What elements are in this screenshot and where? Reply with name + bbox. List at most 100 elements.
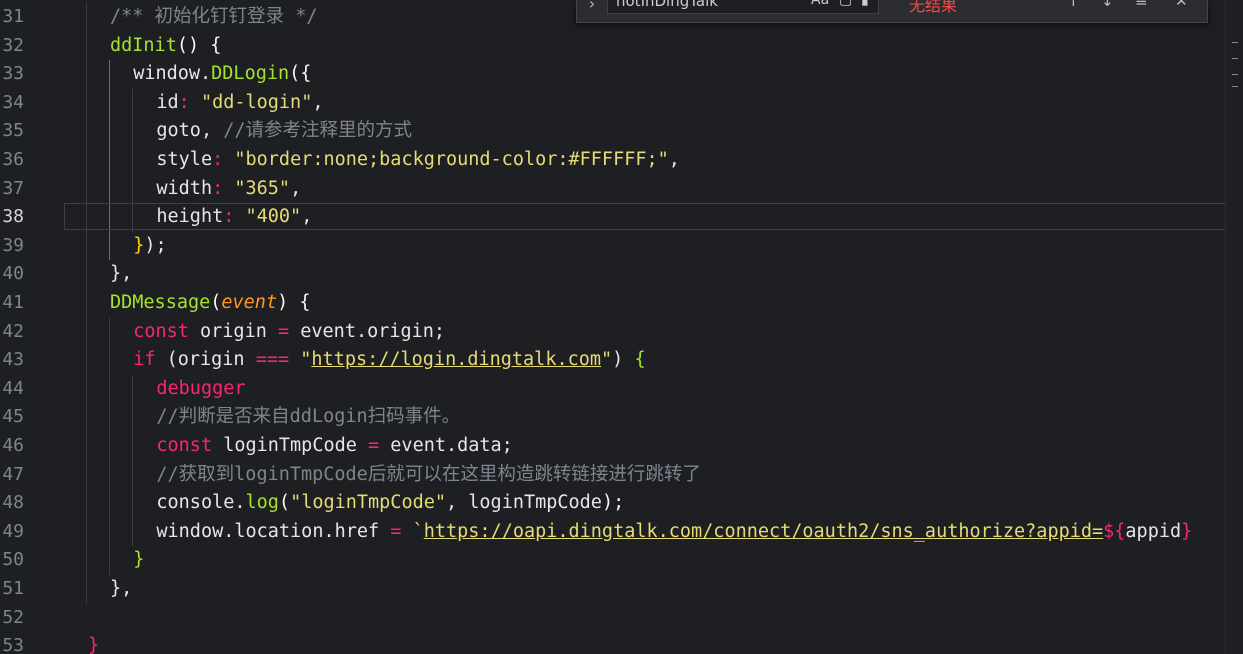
code-line[interactable]: style: "border:none;background-color:#FF… bbox=[64, 146, 1226, 175]
code-line[interactable]: id: "dd-login", bbox=[64, 89, 1226, 118]
code-token: ( bbox=[289, 63, 301, 85]
code-token: }, bbox=[110, 263, 133, 285]
close-icon[interactable]: ✕ bbox=[1175, 0, 1188, 10]
code-line[interactable]: const loginTmpCode = event.data; bbox=[64, 432, 1226, 461]
line-number: 38 bbox=[2, 206, 24, 228]
code-line[interactable]: console.log("loginTmpCode", loginTmpCode… bbox=[64, 489, 1226, 518]
line-number: 50 bbox=[2, 549, 24, 571]
code-token: const bbox=[133, 320, 201, 342]
find-in-selection-icon[interactable]: ≡ bbox=[1135, 0, 1148, 10]
code-token: style bbox=[156, 149, 213, 170]
code-token: { bbox=[300, 63, 312, 85]
code-line[interactable]: //判断是否来自ddLogin扫码事件。 bbox=[64, 403, 1226, 432]
code-token: = bbox=[277, 320, 301, 342]
code-token: ) bbox=[612, 349, 635, 371]
code-line[interactable]: }, bbox=[64, 575, 1226, 604]
code-token: DDLogin bbox=[211, 63, 290, 85]
line-number: 41 bbox=[2, 292, 24, 313]
regex-icon[interactable]: ▮ bbox=[861, 0, 869, 8]
code-token: DDMessage bbox=[110, 292, 211, 313]
line-number: 31 bbox=[2, 6, 24, 27]
line-number: 33 bbox=[2, 63, 24, 85]
code-token: : bbox=[178, 91, 201, 113]
code-token: { bbox=[634, 349, 646, 371]
line-number: 35 bbox=[2, 120, 24, 142]
code-token: goto, bbox=[156, 120, 224, 142]
scrollbar-marker bbox=[1232, 42, 1238, 43]
find-widget: › notInDingTalk Aa ▢ ▮ 无结果 ↑ ↓ ≡ ✕ bbox=[576, 0, 1208, 23]
code-line[interactable]: goto, //请参考注释里的方式 bbox=[64, 117, 1226, 146]
line-number: 39 bbox=[2, 234, 24, 256]
line-number: 48 bbox=[2, 492, 24, 514]
code-token: "365" bbox=[234, 177, 291, 199]
code-line[interactable]: if (origin === "https://login.dingtalk.c… bbox=[64, 346, 1226, 375]
code-token: /** 初始化钉钉登录 */ bbox=[110, 6, 318, 27]
code-token: () { bbox=[176, 34, 222, 56]
code-token: = bbox=[390, 520, 413, 542]
line-number: 42 bbox=[2, 320, 24, 342]
match-case-toggle[interactable]: Aa bbox=[811, 0, 829, 8]
scrollbar-marker bbox=[1232, 86, 1238, 87]
line-number: 52 bbox=[2, 606, 24, 628]
code-token: } bbox=[133, 234, 145, 256]
code-token: ` bbox=[412, 520, 424, 542]
code-token: : bbox=[212, 149, 235, 170]
code-line[interactable]: width: "365", bbox=[64, 175, 1226, 204]
line-number: 43 bbox=[2, 349, 24, 371]
code-token: , bbox=[668, 149, 680, 170]
code-line[interactable]: } bbox=[64, 546, 1226, 575]
code-line[interactable]: ddInit() { bbox=[64, 32, 1226, 61]
line-number: 34 bbox=[2, 91, 24, 113]
code-line[interactable]: window.DDLogin({ bbox=[64, 60, 1226, 89]
find-result-status: 无结果 bbox=[909, 0, 958, 15]
code-token: , loginTmpCode bbox=[446, 492, 602, 514]
code-token: ${ bbox=[1103, 520, 1126, 542]
code-token: window.location.href bbox=[156, 520, 391, 542]
code-token: ); bbox=[601, 492, 625, 514]
code-token: debugger bbox=[156, 377, 246, 399]
line-number: 51 bbox=[2, 578, 24, 599]
code-token: } bbox=[133, 549, 145, 571]
code-token: event.data; bbox=[390, 435, 513, 456]
code-line[interactable]: } bbox=[64, 632, 1226, 654]
arrow-down-icon[interactable]: ↓ bbox=[1101, 0, 1114, 10]
code-line[interactable]: //获取到loginTmpCode后就可以在这里构造跳转链接进行跳转了 bbox=[64, 461, 1226, 490]
code-line[interactable] bbox=[64, 604, 1226, 633]
code-token: "400" bbox=[245, 206, 302, 228]
code-token: height bbox=[156, 206, 224, 228]
code-token: , bbox=[290, 177, 302, 199]
find-input-value: notInDingTalk bbox=[616, 0, 718, 10]
code-token: event bbox=[221, 292, 278, 313]
code-line[interactable]: const origin = event.origin; bbox=[64, 318, 1226, 347]
code-token: , bbox=[301, 206, 313, 228]
code-token: "dd-login" bbox=[200, 91, 313, 113]
code-token: //判断是否来自ddLogin扫码事件。 bbox=[156, 406, 461, 428]
code-line[interactable]: }, bbox=[64, 260, 1226, 289]
code-token: === bbox=[255, 349, 301, 371]
code-token: https://oapi.dingtalk.com/connect/oauth2… bbox=[423, 520, 1104, 542]
code-line[interactable]: DDMessage(event) { bbox=[64, 289, 1226, 318]
code-editor[interactable]: 31 32 33 34 35 36 37 38 39 40 41 42 43 44 45 46 47 48 49 50… bbox=[0, 0, 1226, 654]
line-number: 53 bbox=[2, 635, 24, 654]
code-token: " bbox=[601, 349, 613, 371]
code-token: (origin bbox=[166, 349, 256, 371]
code-token: "loginTmpCode" bbox=[290, 492, 446, 514]
code-token: //获取到loginTmpCode后就可以在这里构造跳转链接进行跳转了 bbox=[156, 463, 701, 485]
code-line[interactable]: }); bbox=[64, 232, 1226, 261]
line-number: 45 bbox=[2, 406, 24, 428]
chevron-right-icon[interactable]: › bbox=[587, 0, 597, 13]
code-line[interactable]: height: "400", bbox=[64, 203, 1226, 232]
code-line[interactable]: debugger bbox=[64, 375, 1226, 404]
code-token: }, bbox=[110, 578, 133, 599]
code-token: ddInit bbox=[110, 34, 177, 56]
vertical-scrollbar[interactable] bbox=[1225, 0, 1243, 654]
code-token: const bbox=[156, 435, 224, 456]
line-number: 40 bbox=[2, 263, 24, 285]
code-token: console. bbox=[156, 492, 246, 514]
code-token: origin bbox=[200, 320, 278, 342]
code-token: log bbox=[245, 492, 279, 514]
scrollbar-marker bbox=[1232, 74, 1238, 75]
arrow-up-icon[interactable]: ↑ bbox=[1067, 0, 1080, 10]
whole-word-icon[interactable]: ▢ bbox=[839, 0, 852, 8]
code-line[interactable]: window.location.href = `https://oapi.din… bbox=[64, 518, 1226, 547]
